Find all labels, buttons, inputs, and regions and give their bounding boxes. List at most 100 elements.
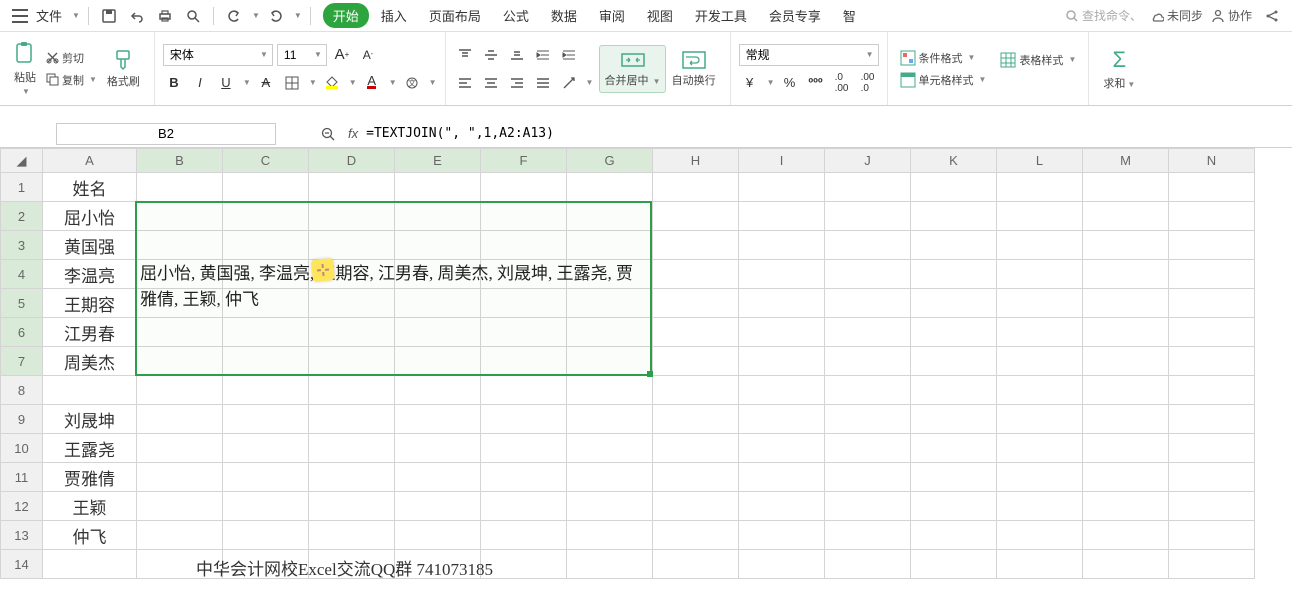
cell-E8[interactable]: [395, 376, 481, 405]
cell-M8[interactable]: [1083, 376, 1169, 405]
cell-G12[interactable]: [567, 492, 653, 521]
cell-F13[interactable]: [481, 521, 567, 550]
tab-page-layout[interactable]: 页面布局: [419, 3, 491, 28]
cell-F1[interactable]: [481, 173, 567, 202]
tab-formulas[interactable]: 公式: [493, 3, 539, 28]
cell-B11[interactable]: [137, 463, 223, 492]
cell-H10[interactable]: [653, 434, 739, 463]
align-left-icon[interactable]: [454, 72, 476, 94]
cell-C6[interactable]: [223, 318, 309, 347]
cell-J3[interactable]: [825, 231, 911, 260]
cell-H4[interactable]: [653, 260, 739, 289]
font-color-button[interactable]: A: [361, 72, 383, 94]
cell-L8[interactable]: [997, 376, 1083, 405]
cell-G2[interactable]: [567, 202, 653, 231]
cell-K7[interactable]: [911, 347, 997, 376]
cell-N4[interactable]: [1169, 260, 1255, 289]
cell-A10[interactable]: 王露尧: [43, 434, 137, 463]
cell-L1[interactable]: [997, 173, 1083, 202]
cell-I8[interactable]: [739, 376, 825, 405]
cell-H14[interactable]: [653, 550, 739, 579]
cell-D11[interactable]: [309, 463, 395, 492]
cell-F11[interactable]: [481, 463, 567, 492]
cell-G3[interactable]: [567, 231, 653, 260]
cell-A6[interactable]: 江男春: [43, 318, 137, 347]
cell-H1[interactable]: [653, 173, 739, 202]
cell-N10[interactable]: [1169, 434, 1255, 463]
cell-L6[interactable]: [997, 318, 1083, 347]
cell-H8[interactable]: [653, 376, 739, 405]
cell-A11[interactable]: 贾雅倩: [43, 463, 137, 492]
cut-button[interactable]: 剪切: [42, 48, 101, 68]
cell-F14[interactable]: [481, 550, 567, 579]
cell-H9[interactable]: [653, 405, 739, 434]
cell-N5[interactable]: [1169, 289, 1255, 318]
align-bottom-icon[interactable]: [506, 44, 528, 66]
cell-D12[interactable]: [309, 492, 395, 521]
cell-I3[interactable]: [739, 231, 825, 260]
cell-B6[interactable]: [137, 318, 223, 347]
cell-D2[interactable]: [309, 202, 395, 231]
print-icon[interactable]: [153, 4, 177, 28]
cell-L14[interactable]: [997, 550, 1083, 579]
cell-B1[interactable]: [137, 173, 223, 202]
underline-button[interactable]: U: [215, 72, 237, 94]
col-header-G[interactable]: G: [567, 149, 653, 173]
cell-A4[interactable]: 李温亮: [43, 260, 137, 289]
cell-D1[interactable]: [309, 173, 395, 202]
cell-M3[interactable]: [1083, 231, 1169, 260]
cell-A7[interactable]: 周美杰: [43, 347, 137, 376]
cell-F9[interactable]: [481, 405, 567, 434]
wrap-text-button[interactable]: 自动换行: [666, 46, 722, 92]
font-name-select[interactable]: 宋体▼: [163, 44, 273, 66]
row-header-13[interactable]: 13: [1, 521, 43, 550]
cell-style-button[interactable]: 单元格样式▼: [896, 70, 991, 90]
cell-H6[interactable]: [653, 318, 739, 347]
phonetic-button[interactable]: 文: [401, 72, 423, 94]
cell-G9[interactable]: [567, 405, 653, 434]
select-all-corner[interactable]: ◢: [1, 149, 43, 173]
formula-input[interactable]: [366, 126, 1292, 141]
strikethrough-button[interactable]: A: [255, 72, 277, 94]
cell-C2[interactable]: [223, 202, 309, 231]
cell-C13[interactable]: [223, 521, 309, 550]
cell-L12[interactable]: [997, 492, 1083, 521]
increase-decimal-icon[interactable]: .0.00: [831, 72, 853, 94]
cell-K2[interactable]: [911, 202, 997, 231]
cell-K5[interactable]: [911, 289, 997, 318]
cell-L7[interactable]: [997, 347, 1083, 376]
cell-L9[interactable]: [997, 405, 1083, 434]
cell-K14[interactable]: [911, 550, 997, 579]
tab-developer[interactable]: 开发工具: [685, 3, 757, 28]
file-menu[interactable]: 文件: [36, 6, 62, 25]
cell-M4[interactable]: [1083, 260, 1169, 289]
cell-M7[interactable]: [1083, 347, 1169, 376]
cell-B7[interactable]: [137, 347, 223, 376]
spreadsheet-grid[interactable]: ◢ABCDEFGHIJKLMN1姓名2屈小怡3黄国强4李温亮5王期容6江男春7周…: [0, 148, 1292, 579]
align-top-icon[interactable]: [454, 44, 476, 66]
number-format-select[interactable]: 常规▼: [739, 44, 879, 66]
undo2-icon[interactable]: [222, 4, 246, 28]
tab-data[interactable]: 数据: [541, 3, 587, 28]
justify-icon[interactable]: [532, 72, 554, 94]
cell-E9[interactable]: [395, 405, 481, 434]
cell-K13[interactable]: [911, 521, 997, 550]
col-header-D[interactable]: D: [309, 149, 395, 173]
cell-E1[interactable]: [395, 173, 481, 202]
cell-E11[interactable]: [395, 463, 481, 492]
command-search[interactable]: 查找命令、: [1066, 7, 1142, 24]
cell-A5[interactable]: 王期容: [43, 289, 137, 318]
cell-L2[interactable]: [997, 202, 1083, 231]
cell-M13[interactable]: [1083, 521, 1169, 550]
cell-J5[interactable]: [825, 289, 911, 318]
cell-C8[interactable]: [223, 376, 309, 405]
cell-E10[interactable]: [395, 434, 481, 463]
cell-J11[interactable]: [825, 463, 911, 492]
row-header-8[interactable]: 8: [1, 376, 43, 405]
cell-N7[interactable]: [1169, 347, 1255, 376]
copy-button[interactable]: 复制▼: [42, 70, 101, 90]
cell-J7[interactable]: [825, 347, 911, 376]
cell-I4[interactable]: [739, 260, 825, 289]
borders-button[interactable]: [281, 72, 303, 94]
cell-I2[interactable]: [739, 202, 825, 231]
